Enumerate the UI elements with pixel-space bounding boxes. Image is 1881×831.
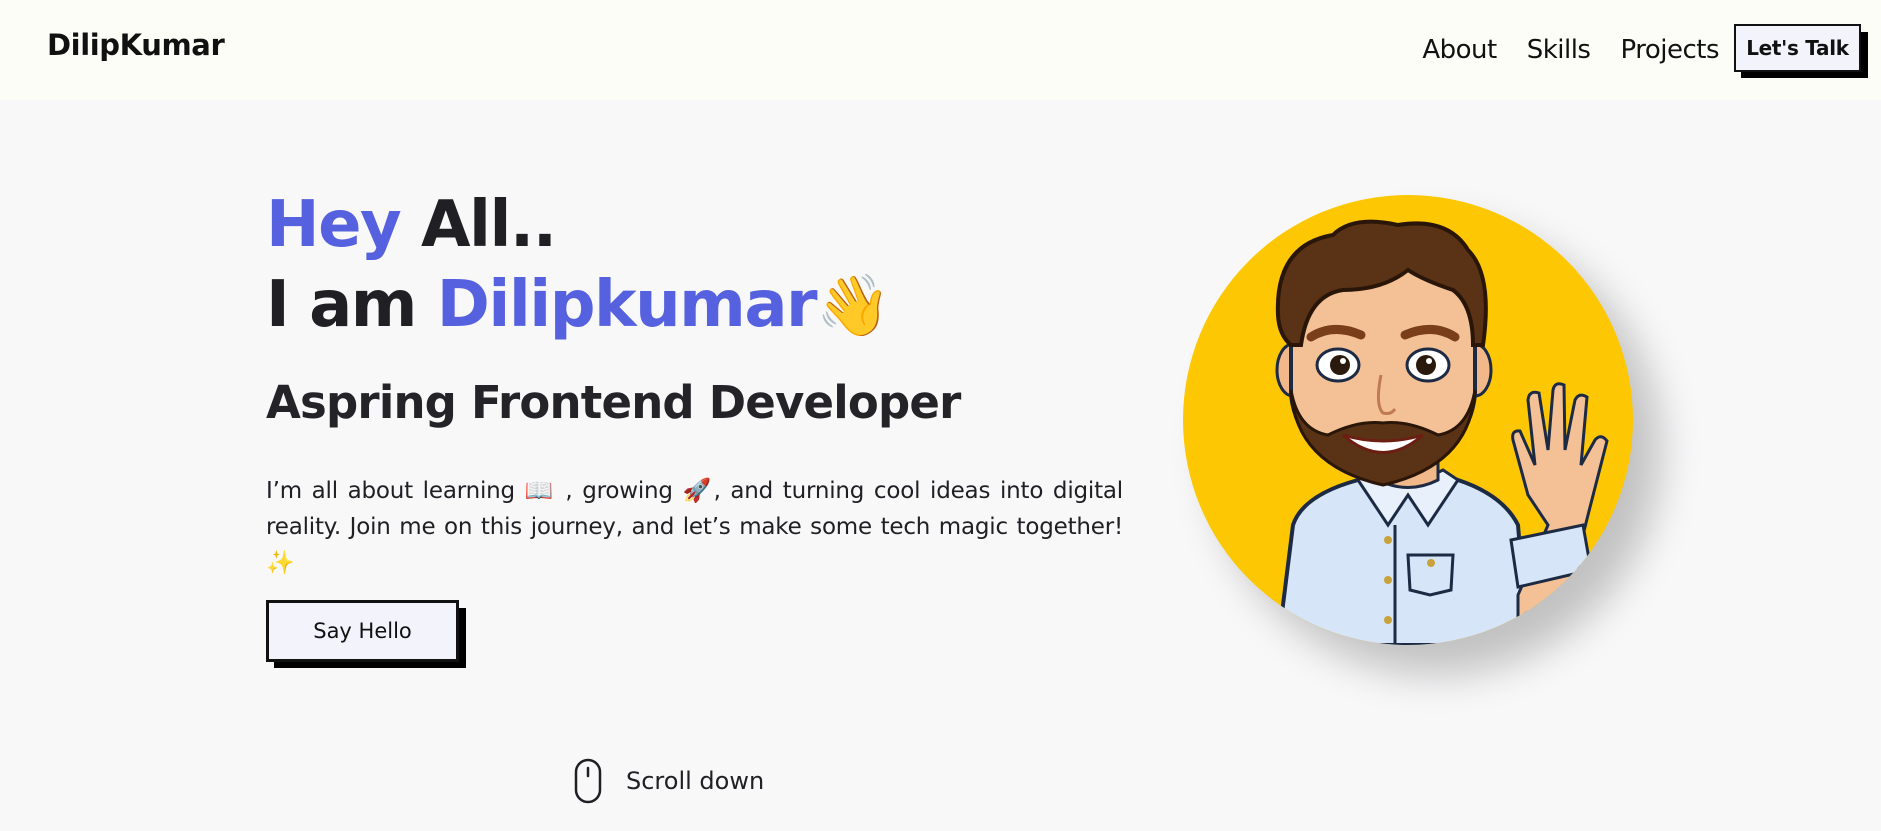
hero-title: Hey All.. I am Dilipkumar👋 (266, 185, 891, 346)
nav-skills[interactable]: Skills (1527, 35, 1591, 65)
waving-hand-icon: 👋 (816, 271, 891, 341)
hero-greeting: Hey (266, 188, 402, 262)
hero-description: I’m all about learning 📖 , growing 🚀, an… (266, 478, 1123, 576)
main-nav: About Skills Projects Let's Talk (1422, 0, 1881, 100)
memoji-avatar-icon (1275, 219, 1609, 645)
scroll-down-link[interactable]: Scroll down (574, 758, 764, 804)
lets-talk-wrapper: Let's Talk (1734, 24, 1868, 78)
avatar (1183, 195, 1633, 645)
hero-line-2: I am Dilipkumar👋 (266, 265, 891, 346)
site-header: DilipKumar About Skills Projects Let's T… (0, 0, 1881, 100)
brand-logo[interactable]: DilipKumar (47, 28, 225, 62)
lets-talk-button[interactable]: Let's Talk (1734, 24, 1861, 72)
say-hello-button[interactable]: Say Hello (266, 600, 459, 662)
mouse-icon (574, 758, 602, 804)
hero-intro: I am (266, 268, 417, 342)
hero-name: Dilipkumar (436, 268, 818, 342)
scroll-down-label: Scroll down (626, 767, 765, 795)
nav-about[interactable]: About (1422, 35, 1497, 65)
hero-line-1: Hey All.. (266, 185, 891, 265)
say-hello-wrapper: Say Hello (266, 600, 466, 670)
nav-projects[interactable]: Projects (1620, 35, 1719, 65)
hero-subtitle: Aspring Frontend Developer (266, 376, 961, 429)
hero-greeting-rest: All.. (420, 188, 557, 262)
